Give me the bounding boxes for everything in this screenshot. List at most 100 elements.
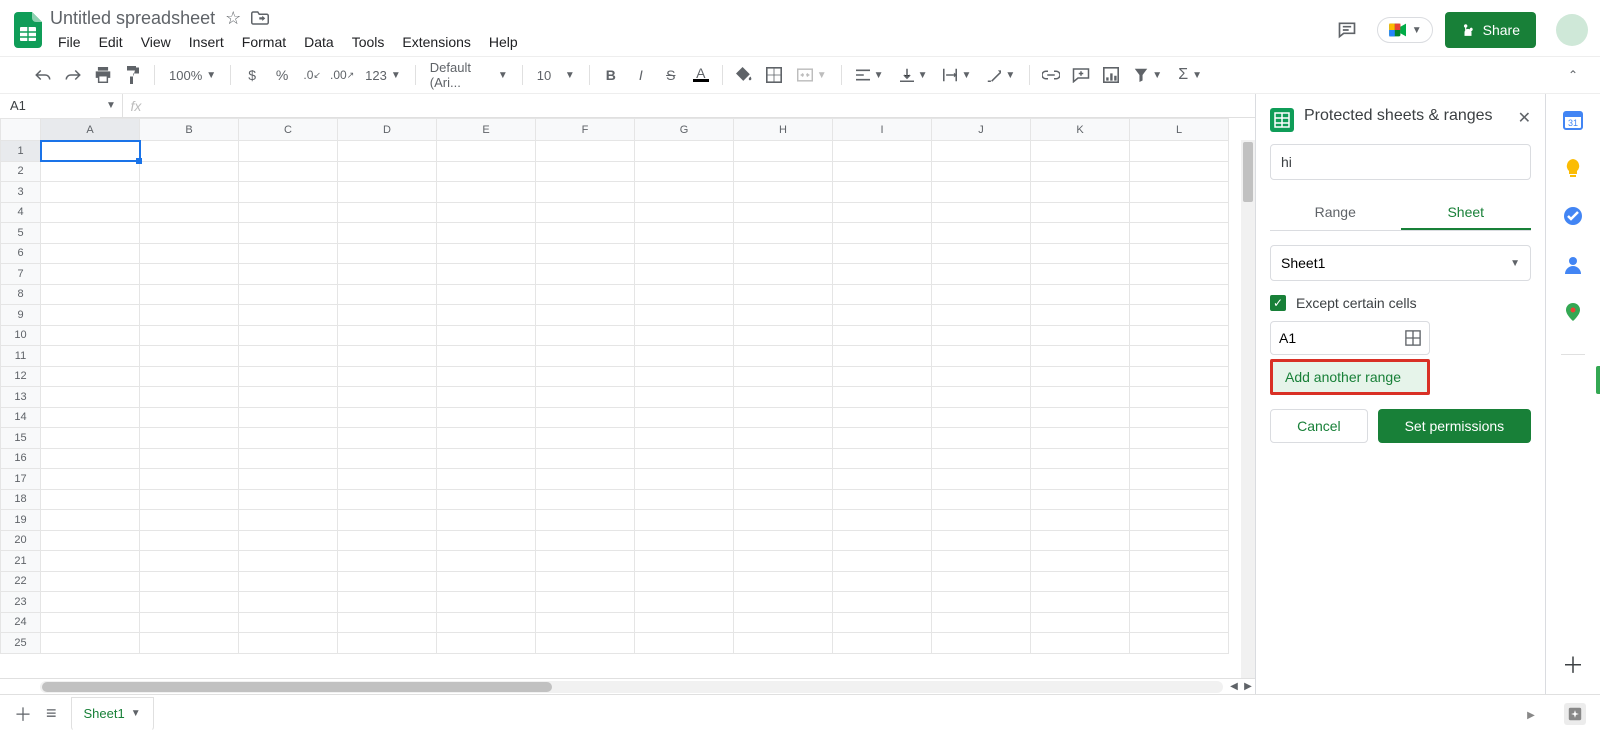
cell[interactable] — [1130, 346, 1229, 367]
cell[interactable] — [932, 346, 1031, 367]
menu-data[interactable]: Data — [296, 30, 342, 54]
cell[interactable] — [1130, 448, 1229, 469]
cell[interactable] — [437, 428, 536, 449]
cell[interactable] — [140, 407, 239, 428]
cell[interactable] — [932, 489, 1031, 510]
cell[interactable] — [1130, 366, 1229, 387]
cell[interactable] — [338, 510, 437, 531]
cell[interactable] — [734, 141, 833, 162]
cell[interactable] — [338, 387, 437, 408]
cell[interactable] — [437, 633, 536, 654]
cell[interactable] — [833, 182, 932, 203]
cell[interactable] — [338, 284, 437, 305]
cell[interactable] — [239, 592, 338, 613]
cell[interactable] — [338, 428, 437, 449]
cell[interactable] — [932, 592, 1031, 613]
tab-sheet[interactable]: Sheet — [1401, 196, 1532, 230]
cell[interactable] — [437, 284, 536, 305]
cell[interactable] — [437, 469, 536, 490]
cell[interactable] — [833, 592, 932, 613]
menu-help[interactable]: Help — [481, 30, 526, 54]
col-header-I[interactable]: I — [833, 119, 932, 141]
font-family-dropdown[interactable]: Default (Ari...▼ — [424, 60, 514, 90]
cell[interactable] — [140, 243, 239, 264]
cell[interactable] — [932, 571, 1031, 592]
cell[interactable] — [1130, 325, 1229, 346]
cell[interactable] — [41, 284, 140, 305]
cell[interactable] — [338, 551, 437, 572]
cell[interactable] — [635, 469, 734, 490]
cell[interactable] — [140, 305, 239, 326]
cell[interactable] — [338, 530, 437, 551]
merge-cells-dropdown[interactable]: ▼ — [791, 68, 833, 82]
cell[interactable] — [536, 387, 635, 408]
filter-dropdown[interactable]: ▼ — [1128, 68, 1168, 82]
cell[interactable] — [1130, 305, 1229, 326]
row-header-25[interactable]: 25 — [1, 633, 41, 654]
cell[interactable] — [1031, 592, 1130, 613]
cell[interactable] — [635, 366, 734, 387]
cell[interactable] — [833, 387, 932, 408]
cell[interactable] — [239, 243, 338, 264]
cell[interactable] — [536, 223, 635, 244]
get-addons-icon[interactable]: ＋ — [1562, 648, 1584, 680]
chart-icon[interactable] — [1098, 62, 1124, 88]
maps-icon[interactable] — [1563, 302, 1583, 322]
sheet-tab-sheet1[interactable]: Sheet1 ▼ — [71, 697, 154, 731]
cell[interactable] — [1031, 387, 1130, 408]
cell[interactable] — [239, 448, 338, 469]
cell[interactable] — [338, 264, 437, 285]
cell[interactable] — [140, 469, 239, 490]
cell[interactable] — [1130, 592, 1229, 613]
sheets-logo[interactable] — [8, 10, 48, 50]
cell[interactable] — [734, 448, 833, 469]
cell[interactable] — [734, 530, 833, 551]
cell[interactable] — [1031, 510, 1130, 531]
cell[interactable] — [437, 141, 536, 162]
grid-select-icon[interactable] — [1405, 330, 1421, 346]
cell[interactable] — [41, 243, 140, 264]
cell[interactable] — [140, 387, 239, 408]
cell[interactable] — [1031, 264, 1130, 285]
col-header-G[interactable]: G — [635, 119, 734, 141]
formula-input[interactable] — [149, 95, 1255, 117]
cell[interactable] — [140, 551, 239, 572]
cell[interactable] — [239, 325, 338, 346]
cell[interactable] — [1031, 469, 1130, 490]
cell[interactable] — [239, 633, 338, 654]
cell[interactable] — [140, 202, 239, 223]
cell[interactable] — [1130, 510, 1229, 531]
cell[interactable] — [41, 469, 140, 490]
row-header-24[interactable]: 24 — [1, 612, 41, 633]
cell[interactable] — [41, 346, 140, 367]
cell[interactable] — [1031, 489, 1130, 510]
cell[interactable] — [1130, 633, 1229, 654]
valign-dropdown[interactable]: ▼ — [894, 68, 934, 82]
link-icon[interactable] — [1038, 62, 1064, 88]
cell[interactable] — [635, 182, 734, 203]
cell[interactable] — [734, 366, 833, 387]
cell[interactable] — [1031, 202, 1130, 223]
cell[interactable] — [437, 448, 536, 469]
text-color-icon[interactable]: A — [688, 62, 714, 88]
cell[interactable] — [41, 510, 140, 531]
name-box[interactable] — [0, 94, 100, 118]
cell[interactable] — [239, 551, 338, 572]
cell[interactable] — [734, 633, 833, 654]
cell[interactable] — [635, 202, 734, 223]
cell[interactable] — [437, 346, 536, 367]
cell[interactable] — [239, 571, 338, 592]
cell[interactable] — [635, 510, 734, 531]
menu-format[interactable]: Format — [234, 30, 294, 54]
cell[interactable] — [41, 366, 140, 387]
cell[interactable] — [833, 223, 932, 244]
cell[interactable] — [140, 571, 239, 592]
cell[interactable] — [734, 264, 833, 285]
cell[interactable] — [833, 489, 932, 510]
cell[interactable] — [1130, 223, 1229, 244]
cell[interactable] — [1130, 428, 1229, 449]
cell[interactable] — [833, 633, 932, 654]
cell[interactable] — [41, 612, 140, 633]
chevron-down-icon[interactable]: ▼ — [131, 708, 141, 719]
cell[interactable] — [437, 551, 536, 572]
